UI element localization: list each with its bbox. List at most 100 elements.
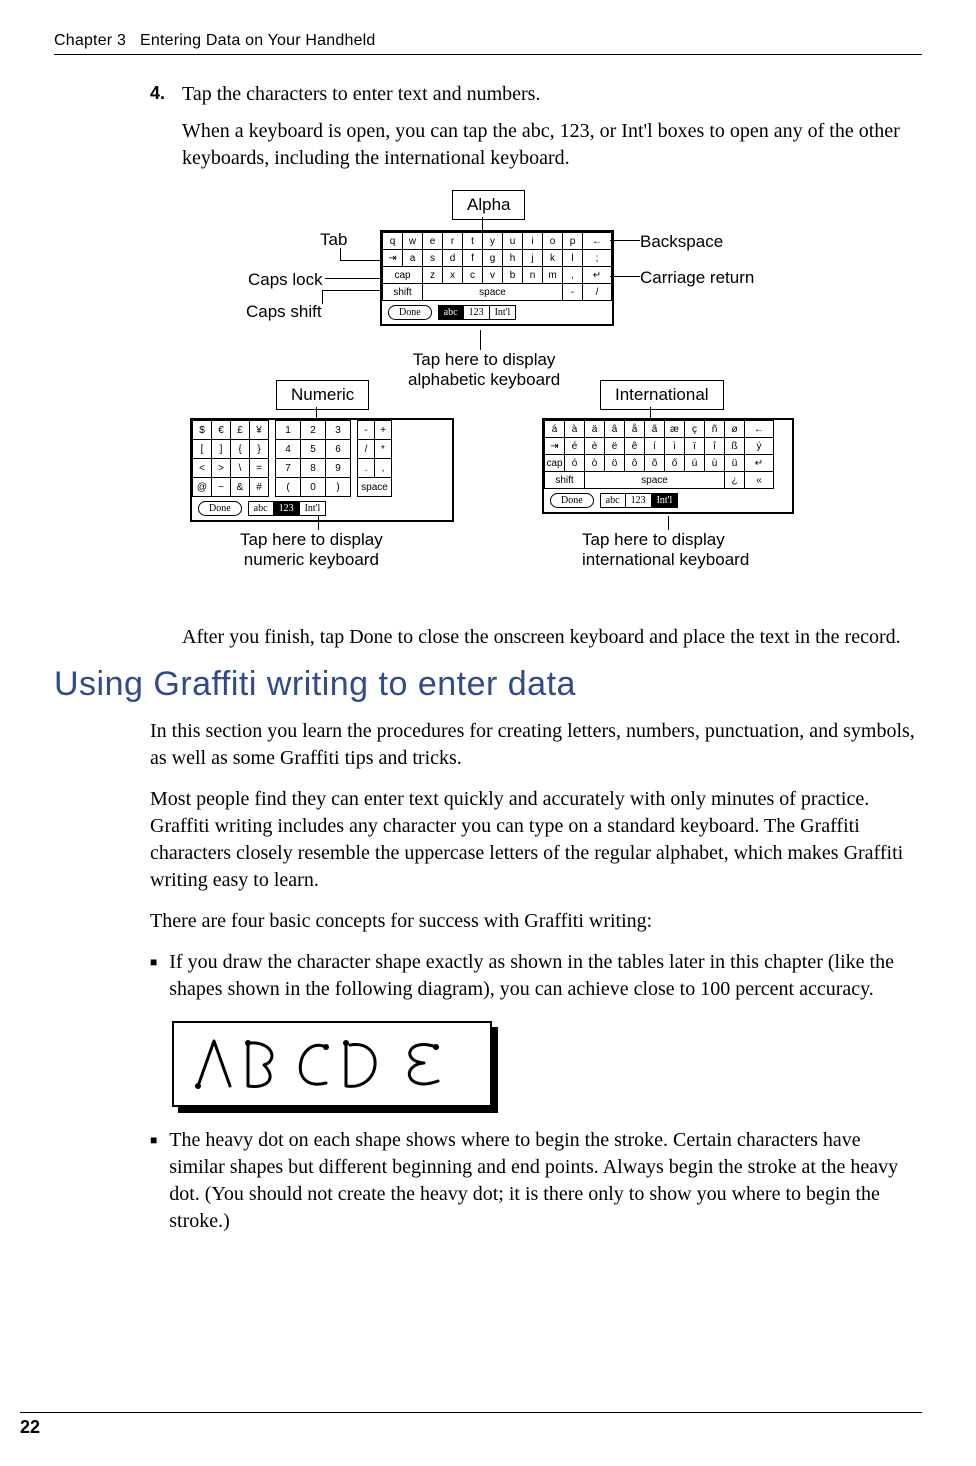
key[interactable]: , [563,267,583,284]
key[interactable]: i [523,233,543,250]
done-button[interactable]: Done [550,493,594,508]
key[interactable]: ñ [705,421,725,438]
key[interactable]: « [745,472,774,489]
key[interactable]: [ [193,440,212,459]
tab-key[interactable]: ⇥ [545,438,565,455]
shift-key[interactable]: shift [383,284,423,301]
key[interactable]: 0 [301,478,326,497]
key[interactable]: r [443,233,463,250]
toggle-abc[interactable]: abc [439,306,464,319]
shift-key[interactable]: shift [545,472,585,489]
key[interactable]: a [403,250,423,267]
key[interactable]: & [231,478,250,497]
key[interactable]: , [375,459,392,478]
key[interactable]: ø [725,421,745,438]
key[interactable]: ê [625,438,645,455]
key[interactable]: m [543,267,563,284]
key[interactable]: 9 [326,459,351,478]
key[interactable]: o [543,233,563,250]
key[interactable]: ë [605,438,625,455]
key[interactable]: ý [745,438,774,455]
key[interactable]: p [563,233,583,250]
toggle-123[interactable]: 123 [464,306,490,319]
key[interactable]: g [483,250,503,267]
space-key[interactable]: space [585,472,725,489]
key[interactable]: - [358,421,375,440]
key[interactable]: á [545,421,565,438]
caps-lock-key[interactable]: cap [545,455,565,472]
key[interactable]: õ [645,455,665,472]
key[interactable]: $ [193,421,212,440]
key[interactable]: n [523,267,543,284]
key[interactable]: ö [605,455,625,472]
key[interactable]: 8 [301,459,326,478]
backspace-key[interactable]: ← [583,233,612,250]
key[interactable]: ï [685,438,705,455]
key[interactable]: ¿ [725,472,745,489]
key[interactable]: ú [685,455,705,472]
key[interactable]: } [250,440,269,459]
key[interactable]: à [565,421,585,438]
key[interactable]: 5 [301,440,326,459]
toggle-intl[interactable]: Int'l [652,494,678,507]
key[interactable]: z [423,267,443,284]
key[interactable]: è [585,438,605,455]
key[interactable]: / [358,440,375,459]
key[interactable]: £ [231,421,250,440]
key[interactable]: u [503,233,523,250]
key[interactable]: = [250,459,269,478]
return-key[interactable]: ↵ [745,455,774,472]
key[interactable]: h [503,250,523,267]
key[interactable]: ä [585,421,605,438]
key[interactable]: q [383,233,403,250]
key[interactable]: # [250,478,269,497]
key[interactable]: @ [193,478,212,497]
key[interactable]: . [358,459,375,478]
done-button[interactable]: Done [198,501,242,516]
return-key[interactable]: ↵ [583,267,612,284]
caps-lock-key[interactable]: cap [383,267,423,284]
key[interactable]: ) [326,478,351,497]
key[interactable]: ç [685,421,705,438]
key[interactable]: î [705,438,725,455]
done-button[interactable]: Done [388,305,432,320]
key[interactable]: c [463,267,483,284]
key[interactable]: 6 [326,440,351,459]
key[interactable]: f [463,250,483,267]
key[interactable]: { [231,440,250,459]
key[interactable]: â [605,421,625,438]
key[interactable]: - [563,284,583,301]
toggle-123[interactable]: 123 [274,502,300,515]
key[interactable]: b [503,267,523,284]
key[interactable]: \ [231,459,250,478]
key[interactable]: ó [565,455,585,472]
key[interactable]: x [443,267,463,284]
key[interactable]: 7 [276,459,301,478]
key[interactable]: y [483,233,503,250]
key[interactable]: ¥ [250,421,269,440]
key[interactable]: 1 [276,421,301,440]
key[interactable]: ; [583,250,612,267]
key[interactable]: ] [212,440,231,459]
key[interactable]: l [563,250,583,267]
key[interactable]: å [625,421,645,438]
toggle-123[interactable]: 123 [626,494,652,507]
key[interactable]: æ [665,421,685,438]
key[interactable]: < [193,459,212,478]
key[interactable]: e [423,233,443,250]
key[interactable]: w [403,233,423,250]
key[interactable]: * [375,440,392,459]
tab-key[interactable]: ⇥ [383,250,403,267]
key[interactable]: é [565,438,585,455]
key[interactable]: ü [725,455,745,472]
toggle-intl[interactable]: Int'l [300,502,326,515]
key[interactable]: ő [665,455,685,472]
key[interactable]: d [443,250,463,267]
key[interactable]: ì [665,438,685,455]
key[interactable]: 4 [276,440,301,459]
key[interactable]: ( [276,478,301,497]
key[interactable]: s [423,250,443,267]
key[interactable]: t [463,233,483,250]
key[interactable]: € [212,421,231,440]
toggle-abc[interactable]: abc [249,502,274,515]
